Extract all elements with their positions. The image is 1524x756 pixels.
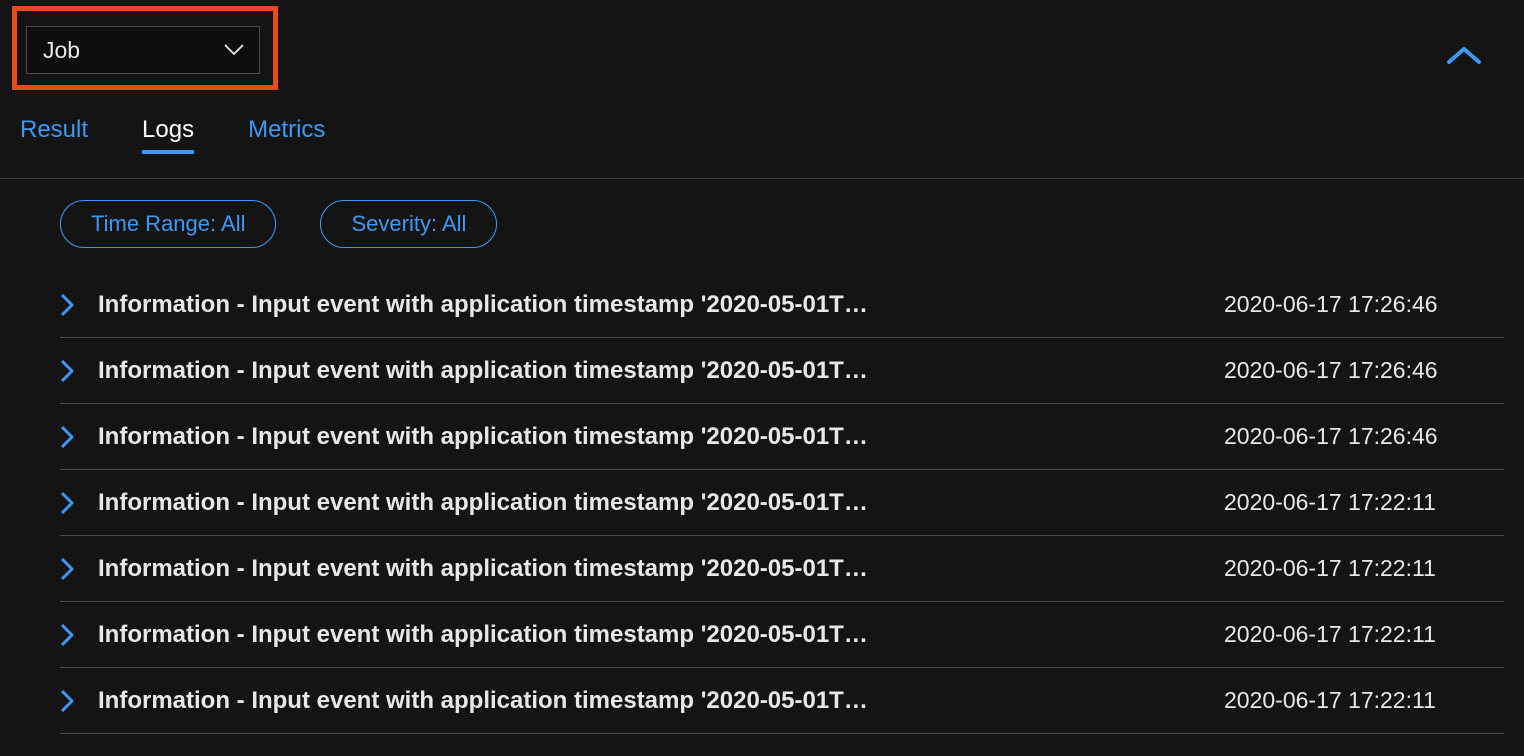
chevron-right-icon [60, 359, 98, 383]
collapse-panel-button[interactable] [1444, 36, 1484, 76]
log-row[interactable]: Information - Input event with applicati… [60, 536, 1504, 602]
time-range-filter[interactable]: Time Range: All [60, 200, 276, 248]
tab-result[interactable]: Result [20, 116, 88, 164]
log-row[interactable]: Information - Input event with applicati… [60, 404, 1504, 470]
log-message: Information - Input event with applicati… [98, 423, 1224, 451]
log-row[interactable]: Information - Input event with applicati… [60, 338, 1504, 404]
chevron-down-icon [223, 39, 245, 61]
tab-divider [0, 178, 1524, 179]
tab-metrics[interactable]: Metrics [248, 116, 325, 164]
chevron-right-icon [60, 623, 98, 647]
log-message: Information - Input event with applicati… [98, 489, 1224, 517]
log-timestamp: 2020-06-17 17:22:11 [1224, 555, 1504, 582]
log-timestamp: 2020-06-17 17:22:11 [1224, 687, 1504, 714]
severity-filter[interactable]: Severity: All [320, 200, 497, 248]
log-timestamp: 2020-06-17 17:22:11 [1224, 621, 1504, 648]
log-timestamp: 2020-06-17 17:26:46 [1224, 423, 1504, 450]
filter-bar: Time Range: All Severity: All [60, 200, 497, 248]
log-list: Information - Input event with applicati… [60, 272, 1504, 734]
log-timestamp: 2020-06-17 17:26:46 [1224, 357, 1504, 384]
log-row[interactable]: Information - Input event with applicati… [60, 470, 1504, 536]
tab-logs[interactable]: Logs [142, 116, 194, 164]
chevron-right-icon [60, 557, 98, 581]
log-timestamp: 2020-06-17 17:22:11 [1224, 489, 1504, 516]
log-message: Information - Input event with applicati… [98, 621, 1224, 649]
log-row[interactable]: Information - Input event with applicati… [60, 272, 1504, 338]
chevron-up-icon [1447, 46, 1481, 66]
log-message: Information - Input event with applicati… [98, 291, 1224, 319]
log-row[interactable]: Information - Input event with applicati… [60, 602, 1504, 668]
log-timestamp: 2020-06-17 17:26:46 [1224, 291, 1504, 318]
chevron-right-icon [60, 425, 98, 449]
log-message: Information - Input event with applicati… [98, 555, 1224, 583]
chevron-right-icon [60, 293, 98, 317]
chevron-right-icon [60, 689, 98, 713]
log-message: Information - Input event with applicati… [98, 357, 1224, 385]
log-row[interactable]: Information - Input event with applicati… [60, 668, 1504, 734]
job-dropdown-label: Job [43, 37, 80, 64]
chevron-right-icon [60, 491, 98, 515]
job-dropdown[interactable]: Job [26, 26, 260, 74]
tab-bar: Result Logs Metrics [20, 116, 325, 164]
log-message: Information - Input event with applicati… [98, 687, 1224, 715]
